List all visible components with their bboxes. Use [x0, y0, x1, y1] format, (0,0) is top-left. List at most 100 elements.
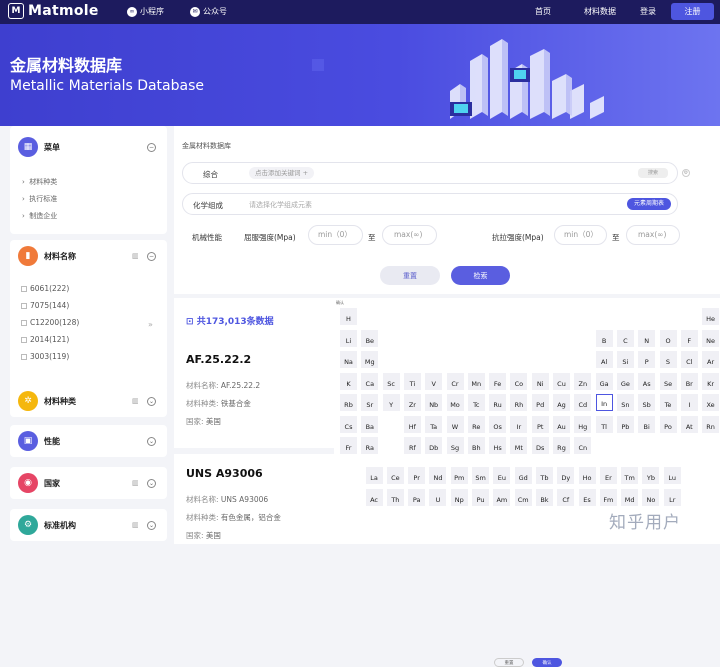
material-name-option[interactable]: C12200(128): [21, 318, 79, 327]
element-ge[interactable]: Ge: [616, 372, 634, 390]
element-po[interactable]: Po: [659, 415, 677, 433]
element-ta[interactable]: Ta: [425, 415, 443, 433]
element-np[interactable]: Np: [450, 488, 468, 506]
bar-chart-icon[interactable]: ▥: [132, 397, 141, 405]
element-h[interactable]: H: [340, 308, 357, 325]
element-ds[interactable]: Ds: [531, 437, 549, 454]
result-title[interactable]: AF.25.22.2: [186, 353, 251, 366]
element-sn[interactable]: Sn: [616, 394, 634, 411]
element-zr[interactable]: Zr: [403, 394, 421, 411]
element-fr[interactable]: Fr: [340, 437, 357, 454]
standard-org-header[interactable]: ⚙ 标准机构: [18, 515, 76, 535]
element-f[interactable]: F: [680, 329, 698, 347]
element-nb[interactable]: Nb: [425, 394, 443, 411]
country-header[interactable]: ◉ 国家: [18, 473, 60, 493]
element-md[interactable]: Md: [621, 488, 639, 506]
element-es[interactable]: Es: [578, 488, 596, 506]
element-mg[interactable]: Mg: [361, 351, 379, 368]
element-cs[interactable]: Cs: [340, 415, 357, 433]
element-er[interactable]: Er: [599, 467, 617, 485]
element-rf[interactable]: Rf: [403, 437, 421, 454]
element-rb[interactable]: Rb: [340, 394, 357, 411]
checkbox-icon[interactable]: [21, 302, 27, 309]
material-type-header[interactable]: ✲ 材料种类: [18, 391, 76, 411]
checkbox-icon[interactable]: [21, 285, 27, 292]
element-ar[interactable]: Ar: [702, 351, 720, 368]
element-sb[interactable]: Sb: [638, 394, 656, 411]
element-o[interactable]: O: [659, 329, 677, 347]
element-hf[interactable]: Hf: [403, 415, 421, 433]
element-mo[interactable]: Mo: [446, 394, 464, 411]
element-re[interactable]: Re: [467, 415, 485, 433]
element-pa[interactable]: Pa: [408, 488, 426, 506]
element-sg[interactable]: Sg: [446, 437, 464, 454]
checkbox-icon[interactable]: [21, 353, 27, 360]
material-name-option[interactable]: 6061(222): [21, 284, 69, 293]
material-name-header[interactable]: ▮ 材料名称: [18, 246, 76, 266]
element-bi[interactable]: Bi: [638, 415, 656, 433]
element-n[interactable]: N: [638, 329, 656, 347]
material-name-option[interactable]: 7075(144): [21, 301, 69, 310]
element-yb[interactable]: Yb: [642, 467, 660, 485]
yield-min-input[interactable]: min（0）: [308, 225, 363, 245]
keyword-input[interactable]: 点击添加关键词 +: [249, 167, 315, 179]
element-sm[interactable]: Sm: [472, 467, 490, 485]
element-si[interactable]: Si: [616, 351, 634, 368]
element-fe[interactable]: Fe: [489, 372, 507, 390]
element-y[interactable]: Y: [382, 394, 400, 411]
element-na[interactable]: Na: [340, 351, 357, 368]
element-k[interactable]: K: [340, 372, 357, 390]
expand-more-icon[interactable]: »: [148, 320, 153, 329]
element-as[interactable]: As: [638, 372, 656, 390]
element-bh[interactable]: Bh: [467, 437, 485, 454]
element-u[interactable]: U: [429, 488, 447, 506]
expand-icon[interactable]: ⌄: [147, 521, 156, 530]
element-te[interactable]: Te: [659, 394, 677, 411]
element-ca[interactable]: Ca: [361, 372, 379, 390]
element-cd[interactable]: Cd: [574, 394, 592, 411]
element-db[interactable]: Db: [425, 437, 443, 454]
element-se[interactable]: Se: [659, 372, 677, 390]
collapse-icon[interactable]: −: [147, 143, 156, 152]
periodic-confirm-button[interactable]: 确认: [532, 658, 562, 667]
element-at[interactable]: At: [680, 415, 698, 433]
element-s[interactable]: S: [659, 351, 677, 368]
element-lr[interactable]: Lr: [663, 488, 681, 506]
element-in[interactable]: In: [595, 394, 613, 411]
mini-program-link[interactable]: ∞ 小程序: [127, 6, 164, 17]
element-rn[interactable]: Rn: [702, 415, 720, 433]
element-dy[interactable]: Dy: [557, 467, 575, 485]
element-ne[interactable]: Ne: [702, 329, 720, 347]
collapse-icon[interactable]: −: [147, 252, 156, 261]
bar-chart-icon[interactable]: ▥: [132, 479, 141, 487]
element-rh[interactable]: Rh: [510, 394, 528, 411]
periodic-reset-button[interactable]: 重置: [494, 658, 524, 667]
element-al[interactable]: Al: [595, 351, 613, 368]
element-rg[interactable]: Rg: [553, 437, 570, 454]
element-xe[interactable]: Xe: [702, 394, 720, 411]
element-pm[interactable]: Pm: [450, 467, 468, 485]
element-gd[interactable]: Gd: [514, 467, 532, 485]
element-br[interactable]: Br: [680, 372, 698, 390]
element-th[interactable]: Th: [386, 488, 404, 506]
element-ag[interactable]: Ag: [553, 394, 570, 411]
element-am[interactable]: Am: [493, 488, 511, 506]
element-zn[interactable]: Zn: [574, 372, 592, 390]
element-no[interactable]: No: [642, 488, 660, 506]
element-ra[interactable]: Ra: [361, 437, 379, 454]
element-mn[interactable]: Mn: [467, 372, 485, 390]
element-i[interactable]: I: [680, 394, 698, 411]
element-c[interactable]: C: [616, 329, 634, 347]
menu-item-material-type[interactable]: › 材料种类: [22, 177, 57, 187]
expand-icon[interactable]: ⌄: [147, 397, 156, 406]
settings-icon[interactable]: ⚙: [682, 169, 690, 177]
element-os[interactable]: Os: [489, 415, 507, 433]
menu-item-standard[interactable]: › 执行标准: [22, 194, 57, 204]
element-be[interactable]: Be: [361, 329, 379, 347]
element-cf[interactable]: Cf: [557, 488, 575, 506]
element-li[interactable]: Li: [340, 329, 357, 347]
checkbox-icon[interactable]: [21, 336, 27, 343]
element-fm[interactable]: Fm: [599, 488, 617, 506]
bar-chart-icon[interactable]: ▥: [132, 252, 141, 260]
element-ti[interactable]: Ti: [403, 372, 421, 390]
